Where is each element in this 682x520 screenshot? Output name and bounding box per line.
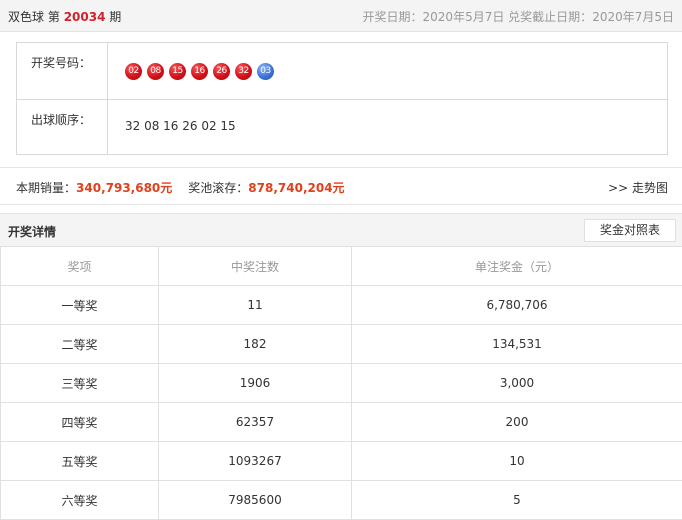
winner-count-cell: 62357 — [158, 402, 352, 442]
prize-details-title: 开奖详情 — [8, 225, 57, 239]
prize-amount-cell: 3,000 — [351, 363, 682, 403]
sales-amount: 340,793,680元 — [76, 181, 173, 195]
prize-table: 奖项 中奖注数 单注奖金（元） 一等奖 11 6,780,706 二等奖 182 134,… — [0, 246, 682, 520]
red-ball: 15 — [169, 63, 186, 80]
sales-info: 本期销量：340,793,680元 奖池滚存：878,740,204元 — [16, 179, 345, 196]
draw-dates: 开奖日期：2020年5月7日 兑奖截止日期：2020年7月5日 — [363, 8, 674, 25]
prize-comparison-button[interactable]: 奖金对照表 — [584, 219, 676, 242]
pool-amount: 878,740,204元 — [248, 181, 345, 195]
prize-amount-cell: 6,780,706 — [351, 285, 682, 325]
issue-suffix: 期 — [109, 10, 122, 24]
red-ball: 26 — [213, 63, 230, 80]
column-header-amount: 单注奖金（元） — [351, 246, 682, 286]
winner-count-cell: 1093267 — [158, 441, 352, 481]
winner-count-cell: 11 — [158, 285, 352, 325]
prize-amount-cell: 10 — [351, 441, 682, 481]
issue-title: 双色球 第 20034 期 — [8, 8, 121, 25]
column-header-count: 中奖注数 — [158, 246, 352, 286]
table-row: 五等奖 1093267 10 — [0, 441, 682, 481]
winner-count-cell: 182 — [158, 324, 352, 364]
game-name: 双色球 — [8, 10, 45, 24]
draw-date: 2020年5月7日 — [422, 10, 505, 24]
table-row: 一等奖 11 6,780,706 — [0, 285, 682, 325]
prize-name-cell: 三等奖 — [0, 363, 159, 403]
prize-details-header: 开奖详情 奖金对照表 — [0, 213, 682, 247]
issue-prefix: 第 — [47, 10, 60, 24]
draw-date-label: 开奖日期： — [362, 10, 423, 24]
deadline-date: 2020年7月5日 — [592, 10, 674, 24]
winner-count-cell: 1906 — [158, 363, 352, 403]
prize-table-header-row: 奖项 中奖注数 单注奖金（元） — [0, 246, 682, 286]
prize-amount-cell: 5 — [351, 480, 682, 520]
prize-name-cell: 四等奖 — [0, 402, 159, 442]
draw-order-label: 出球顺序： — [17, 100, 108, 155]
table-row: 六等奖 7985600 5 — [0, 480, 682, 520]
winning-numbers-label: 开奖号码： — [17, 43, 108, 99]
winner-count-cell: 7985600 — [158, 480, 352, 520]
sales-bar: 本期销量：340,793,680元 奖池滚存：878,740,204元 >> 走势… — [0, 167, 682, 205]
prize-name-cell: 二等奖 — [0, 324, 159, 364]
ball-list: 02 08 15 16 26 32 03 — [125, 63, 279, 81]
winning-numbers-row: 开奖号码： 02 08 15 16 26 32 03 — [17, 43, 667, 100]
draw-result-box: 开奖号码： 02 08 15 16 26 32 03 出球顺序： 32 08 16 26 0… — [16, 42, 668, 155]
table-row: 二等奖 182 134,531 — [0, 324, 682, 364]
column-header-prize: 奖项 — [0, 246, 159, 286]
draw-order-row: 出球顺序： 32 08 16 26 02 15 — [17, 100, 667, 155]
trend-chart-link[interactable]: >> 走势图 — [608, 179, 668, 196]
draw-order-cell: 32 08 16 26 02 15 — [109, 100, 667, 155]
red-ball: 02 — [125, 63, 142, 80]
prize-name-cell: 五等奖 — [0, 441, 159, 481]
winning-numbers-cell: 02 08 15 16 26 32 03 — [109, 43, 667, 99]
red-ball: 08 — [147, 63, 164, 80]
prize-name-cell: 六等奖 — [0, 480, 159, 520]
issue-number: 20034 — [63, 10, 106, 24]
table-row: 三等奖 1906 3,000 — [0, 363, 682, 403]
red-ball: 16 — [191, 63, 208, 80]
deadline-label: 兑奖截止日期： — [508, 10, 593, 24]
prize-amount-cell: 134,531 — [351, 324, 682, 364]
prize-name-cell: 一等奖 — [0, 285, 159, 325]
red-ball: 32 — [235, 63, 252, 80]
sales-label: 本期销量： — [16, 181, 77, 195]
draw-order-value: 32 08 16 26 02 15 — [125, 119, 236, 133]
blue-ball: 03 — [257, 63, 274, 80]
draw-header: 双色球 第 20034 期 开奖日期：2020年5月7日 兑奖截止日期：2020… — [0, 0, 682, 32]
pool-label: 奖池滚存： — [188, 181, 249, 195]
table-row: 四等奖 62357 200 — [0, 402, 682, 442]
prize-amount-cell: 200 — [351, 402, 682, 442]
